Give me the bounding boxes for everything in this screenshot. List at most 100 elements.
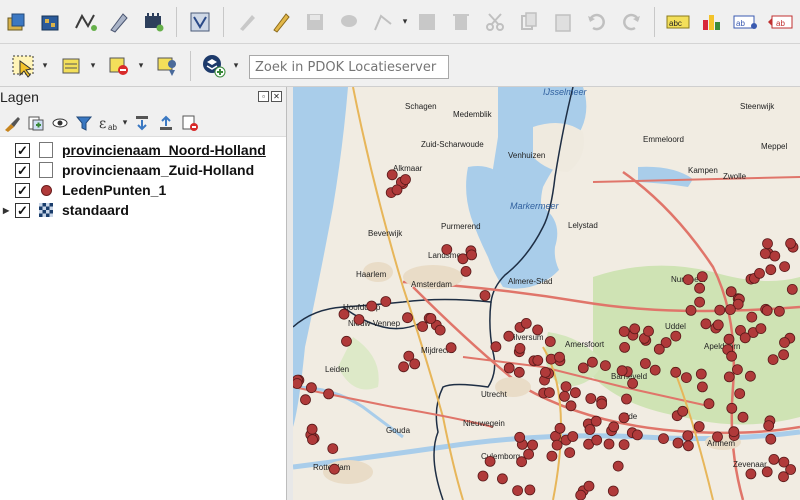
member-point [603, 438, 615, 450]
expand-all-icon[interactable] [132, 113, 152, 133]
paste-icon[interactable] [548, 7, 578, 37]
member-point [682, 274, 694, 286]
deselect-icon[interactable] [104, 51, 134, 81]
map-svg: IJsselmeer Markermeer Schagen Medemblik Zui… [293, 87, 800, 500]
attribute-icon[interactable] [412, 7, 442, 37]
label-move-icon[interactable]: ab [765, 7, 795, 37]
member-point [353, 314, 365, 325]
place-label: Emmeloord [643, 135, 684, 144]
member-point [627, 377, 639, 389]
member-point [754, 267, 765, 279]
select-dropdown[interactable]: ▾ [40, 51, 50, 81]
select-by-value-icon[interactable] [56, 51, 86, 81]
float-panel-button[interactable]: ▫ [258, 91, 269, 102]
member-point [307, 434, 318, 446]
layer-checkbox[interactable]: ✓ [15, 202, 30, 218]
member-point [532, 354, 544, 366]
toolbar-separator [223, 6, 224, 37]
member-point [466, 249, 478, 261]
place-label: Medemblik [453, 110, 493, 119]
member-point [682, 430, 694, 442]
digitize-icon[interactable] [104, 7, 134, 37]
place-label: Lelystad [568, 221, 598, 230]
member-point [762, 238, 773, 250]
member-point [329, 463, 340, 475]
member-point [670, 366, 682, 378]
save-icon[interactable] [300, 7, 330, 37]
filter-icon[interactable] [74, 113, 94, 133]
edit-icon[interactable] [266, 7, 296, 37]
layer-row[interactable]: ▶ ✓ standaard [0, 200, 286, 220]
close-panel-button[interactable]: ✕ [271, 91, 282, 102]
layer-name: provincienaam_Noord-Holland [62, 142, 266, 158]
member-point [739, 332, 751, 344]
expand-arrow-icon[interactable]: ▶ [3, 206, 15, 215]
polygon-symbol-icon [38, 162, 54, 178]
deselect-dropdown[interactable]: ▾ [136, 51, 146, 81]
member-point [700, 318, 712, 330]
style-icon[interactable] [2, 113, 22, 133]
member-point [327, 443, 339, 455]
member-point [631, 429, 643, 441]
pencil-icon[interactable] [232, 7, 262, 37]
layer-checkbox[interactable]: ✓ [15, 162, 30, 178]
member-point [643, 325, 654, 337]
expression-filter-icon[interactable]: ε ab [98, 113, 118, 133]
add-group-icon[interactable] [26, 113, 46, 133]
member-point [496, 473, 508, 485]
member-point [559, 390, 570, 402]
pdok-dropdown[interactable]: ▾ [231, 51, 241, 81]
member-point [484, 455, 496, 467]
add-feature-icon[interactable] [334, 7, 364, 37]
add-vector-icon[interactable] [70, 7, 100, 37]
place-label: Haarlem [356, 270, 387, 279]
member-point [759, 248, 771, 260]
pdok-plugin-icon[interactable] [199, 51, 229, 81]
member-point [670, 330, 682, 342]
member-point [520, 317, 532, 329]
svg-text:ab: ab [776, 19, 785, 28]
layer-row[interactable]: ✓ provincienaam_Noord-Holland [0, 140, 286, 160]
label-abc-icon[interactable]: abc [663, 7, 693, 37]
expression-dropdown[interactable]: ▾ [120, 108, 130, 138]
member-point [746, 311, 758, 323]
main-toolbar: ▾ abc ab ab [0, 0, 800, 44]
member-point [434, 324, 446, 336]
visibility-icon[interactable] [50, 113, 70, 133]
redo-icon[interactable] [616, 7, 646, 37]
map-canvas[interactable]: IJsselmeer Markermeer Schagen Medemblik Zui… [293, 87, 800, 500]
vertex-dropdown[interactable]: ▾ [400, 7, 410, 37]
remove-layer-icon[interactable] [180, 113, 200, 133]
copy-icon[interactable] [514, 7, 544, 37]
select-location-icon[interactable] [152, 51, 182, 81]
add-module-icon[interactable] [138, 7, 168, 37]
cut-icon[interactable] [480, 7, 510, 37]
select-feature-icon[interactable] [8, 51, 38, 81]
add-raster-icon[interactable] [36, 7, 66, 37]
layer-row[interactable]: ✓ provincienaam_Zuid-Holland [0, 160, 286, 180]
new-layer-icon[interactable] [2, 7, 32, 37]
label-pin-icon[interactable]: ab [731, 7, 761, 37]
processing-icon[interactable] [185, 7, 215, 37]
pdok-search-input[interactable] [249, 55, 449, 79]
diagram-icon[interactable] [697, 7, 727, 37]
layer-tree: ✓ provincienaam_Noord-Holland ✓ provinci… [0, 137, 286, 220]
member-point [629, 323, 641, 335]
delete-icon[interactable] [446, 7, 476, 37]
layer-checkbox[interactable]: ✓ [15, 182, 30, 198]
member-point [639, 358, 651, 369]
undo-icon[interactable] [582, 7, 612, 37]
place-label: Schagen [405, 102, 437, 111]
layer-row[interactable]: ✓ LedenPunten_1 [0, 180, 286, 200]
member-point [621, 393, 632, 405]
member-point [341, 335, 352, 347]
vertex-icon[interactable] [368, 7, 398, 37]
collapse-all-icon[interactable] [156, 113, 176, 133]
member-point [460, 265, 472, 277]
layer-checkbox[interactable]: ✓ [15, 142, 30, 158]
member-point [503, 330, 515, 342]
member-point [723, 333, 735, 345]
select-value-dropdown[interactable]: ▾ [88, 51, 98, 81]
member-point [293, 378, 303, 389]
svg-text:abc: abc [669, 19, 682, 28]
